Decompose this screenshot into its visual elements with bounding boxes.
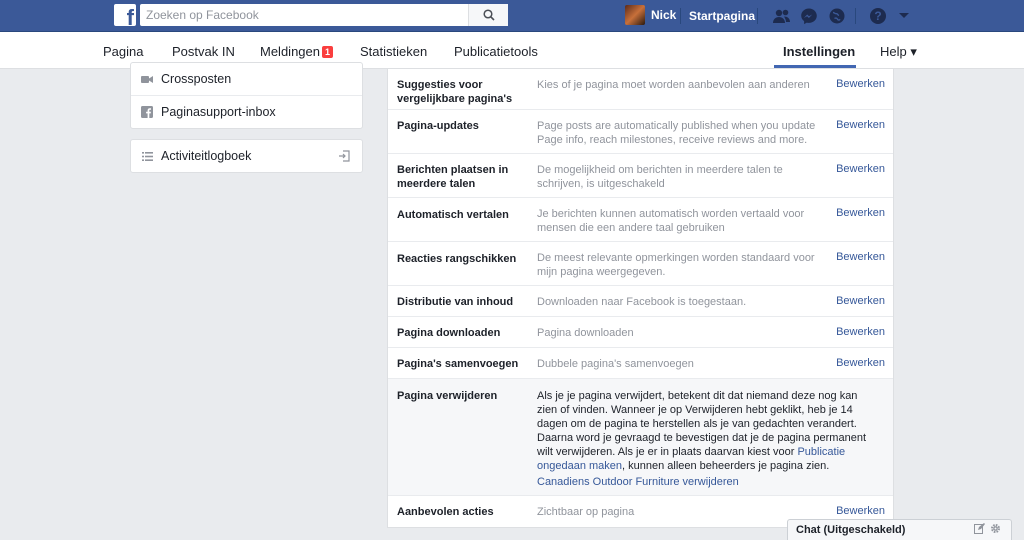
profile-link[interactable]: Nick [625, 5, 676, 25]
sidebar-item-label: Activiteitlogboek [161, 149, 252, 163]
list-icon [141, 150, 153, 162]
sidebar-item-crossposting[interactable]: Crossposten [131, 63, 362, 95]
edit-link[interactable]: Bewerken [836, 78, 885, 90]
account-menu-chevron-down-icon[interactable] [894, 6, 914, 26]
tab-notifications[interactable]: Meldingen 1 [260, 44, 334, 59]
chat-label: Chat (Uitgeschakeld) [796, 524, 906, 536]
edit-link[interactable]: Bewerken [836, 505, 885, 517]
delete-page-description: Als je je pagina verwijdert, betekent di… [537, 389, 867, 473]
settings-row-similar-pages: Suggesties voor vergelijkbare pagina's K… [388, 69, 893, 110]
video-camera-icon [141, 73, 153, 85]
tab-inbox[interactable]: Postvak IN [172, 44, 235, 59]
home-link[interactable]: Startpagina [689, 9, 755, 23]
settings-table: Suggesties voor vergelijkbare pagina's K… [387, 69, 894, 528]
settings-row-download-page: Pagina downloaden Pagina downloaden Bewe… [388, 317, 893, 348]
setting-label: Pagina verwijderen [397, 390, 498, 402]
setting-label: Suggesties voor vergelijkbare pagina's [397, 79, 513, 105]
tab-publishing-tools[interactable]: Publicatietools [454, 44, 538, 59]
messenger-icon[interactable] [799, 6, 819, 26]
search-box [140, 4, 508, 26]
setting-description: Kies of je pagina moet worden aanbevolen… [537, 79, 810, 91]
search-input[interactable] [140, 5, 460, 25]
edit-link[interactable]: Bewerken [836, 207, 885, 219]
tab-notifications-label: Meldingen [260, 44, 320, 59]
tab-settings[interactable]: Instellingen [783, 44, 855, 59]
svg-text:?: ? [874, 9, 881, 23]
setting-label: Automatisch vertalen [397, 209, 509, 221]
delete-description-text-end: , kunnen alleen beheerders je pagina zie… [622, 460, 830, 472]
tab-insights[interactable]: Statistieken [360, 44, 427, 59]
friend-requests-icon[interactable] [772, 6, 792, 26]
settings-row-multilingual-posts: Berichten plaatsen in meerdere talen De … [388, 154, 893, 198]
setting-description: Je berichten kunnen automatisch worden v… [537, 208, 805, 234]
edit-link[interactable]: Bewerken [836, 163, 885, 175]
delete-page-link[interactable]: Canadiens Outdoor Furniture verwijderen [537, 476, 739, 488]
setting-label: Pagina's samenvoegen [397, 358, 519, 370]
setting-label: Berichten plaatsen in meerdere talen [397, 164, 509, 190]
top-bar: f Nick Startpagina ? [0, 0, 1024, 32]
setting-label: Pagina downloaden [397, 327, 501, 339]
activity-log-box: Activiteitlogboek [130, 139, 363, 173]
open-external-icon[interactable] [338, 150, 350, 165]
settings-row-page-updates: Pagina-updates Page posts are automatica… [388, 110, 893, 154]
edit-link[interactable]: Bewerken [836, 326, 885, 338]
edit-link[interactable]: Bewerken [836, 251, 885, 263]
chat-bar[interactable]: Chat (Uitgeschakeld) [787, 519, 1012, 540]
setting-description: Pagina downloaden [537, 327, 634, 339]
sidebar-menu: Crossposten Paginasupport-inbox [130, 62, 363, 129]
facebook-square-icon [141, 106, 153, 118]
setting-description: De meest relevante opmerkingen worden st… [537, 252, 815, 278]
active-tab-indicator [774, 65, 856, 68]
setting-label: Aanbevolen acties [397, 506, 494, 518]
setting-description: De mogelijkheid om berichten in meerdere… [537, 164, 783, 190]
setting-description: Dubbele pagina's samenvoegen [537, 358, 694, 370]
settings-row-auto-translate: Automatisch vertalen Je berichten kunnen… [388, 198, 893, 242]
search-icon [482, 9, 495, 21]
notification-count-badge: 1 [322, 46, 334, 58]
setting-label: Distributie van inhoud [397, 296, 514, 308]
sidebar-item-activity-log[interactable]: Activiteitlogboek [131, 140, 362, 172]
setting-label: Pagina-updates [397, 120, 479, 132]
search-button[interactable] [468, 4, 508, 26]
gear-icon[interactable] [990, 523, 1001, 537]
tab-page[interactable]: Pagina [103, 44, 143, 59]
help-icon[interactable]: ? [868, 6, 888, 26]
avatar [625, 5, 645, 25]
edit-link[interactable]: Bewerken [836, 357, 885, 369]
edit-link[interactable]: Bewerken [836, 119, 885, 131]
sidebar-item-support-inbox[interactable]: Paginasupport-inbox [131, 95, 362, 128]
edit-link[interactable]: Bewerken [836, 295, 885, 307]
divider [680, 8, 681, 24]
settings-row-comment-ranking: Reacties rangschikken De meest relevante… [388, 242, 893, 286]
setting-description: Page posts are automatically published w… [537, 120, 816, 146]
user-name: Nick [651, 8, 677, 22]
notifications-globe-icon[interactable] [827, 6, 847, 26]
settings-row-content-distribution: Distributie van inhoud Downloaden naar F… [388, 286, 893, 317]
facebook-logo-icon[interactable]: f [114, 4, 136, 29]
help-menu[interactable]: Help ▾ [880, 44, 917, 60]
settings-row-merge-pages: Pagina's samenvoegen Dubbele pagina's sa… [388, 348, 893, 379]
sidebar-item-label: Crossposten [161, 72, 232, 86]
compose-icon[interactable] [974, 523, 985, 537]
setting-label: Reacties rangschikken [397, 253, 517, 265]
sidebar-item-label: Paginasupport-inbox [161, 105, 276, 119]
setting-description: Zichtbaar op pagina [537, 506, 635, 518]
settings-row-delete-page: Pagina verwijderen Als je je pagina verw… [388, 379, 893, 496]
divider [757, 8, 758, 24]
setting-description: Downloaden naar Facebook is toegestaan. [537, 296, 747, 308]
divider [855, 8, 856, 24]
